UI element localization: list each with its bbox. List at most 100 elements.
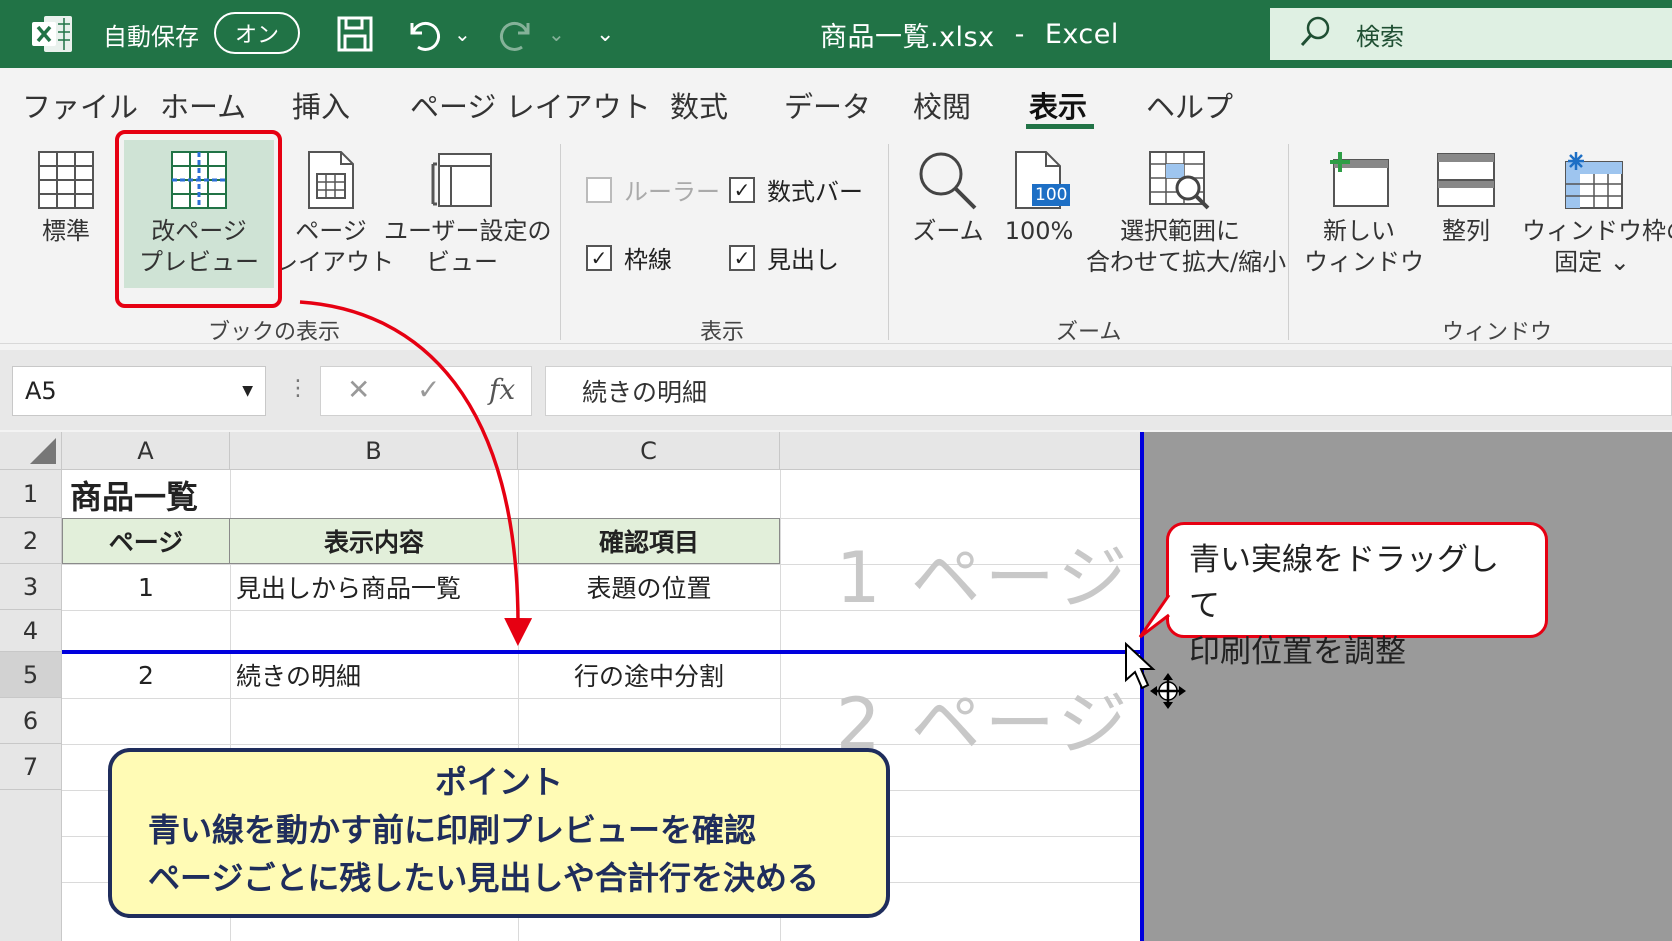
zoom-button[interactable]: ズーム bbox=[912, 150, 984, 247]
custom-views-label-2: ビュー bbox=[426, 248, 498, 276]
freeze-panes-icon bbox=[1565, 152, 1623, 209]
cell-a1-title[interactable]: 商品一覧 bbox=[70, 472, 198, 518]
file-name: 商品一覧.xlsx bbox=[820, 21, 995, 53]
headings-label: 見出し bbox=[767, 246, 839, 274]
enter-icon[interactable]: ✓ bbox=[417, 373, 440, 406]
cell-b3[interactable]: 見出しから商品一覧 bbox=[236, 564, 461, 610]
zoom-to-selection-button[interactable]: 選択範囲に 合わせて拡大/縮小 bbox=[1086, 150, 1287, 278]
column-header-b[interactable]: B bbox=[230, 432, 518, 470]
row-header-empty bbox=[0, 790, 62, 941]
ruler-checkbox[interactable]: ルーラー bbox=[586, 172, 720, 207]
tab-help[interactable]: ヘルプ bbox=[1146, 84, 1233, 126]
tab-insert[interactable]: 挿入 bbox=[292, 84, 350, 126]
row-header-7[interactable]: 7 bbox=[0, 744, 62, 790]
window-title: 商品一覧.xlsx - Excel bbox=[820, 0, 1119, 68]
cell-b5[interactable]: 続きの明細 bbox=[236, 652, 361, 698]
cell-c2-header[interactable]: 確認項目 bbox=[518, 518, 780, 564]
search-box[interactable]: 検索 bbox=[1270, 8, 1672, 60]
insert-function-icon[interactable]: fx bbox=[489, 373, 515, 406]
page-layout-view-button[interactable]: ページ レイアウト bbox=[274, 150, 394, 278]
row-header-5[interactable]: 5 bbox=[0, 652, 62, 698]
name-box[interactable]: A5 ▼ bbox=[12, 366, 266, 416]
column-header-d[interactable] bbox=[780, 432, 1142, 470]
row-header-4[interactable]: 4 bbox=[0, 610, 62, 652]
freeze-panes-button[interactable]: ウィンドウ枠の 固定 ⌄ bbox=[1522, 150, 1672, 278]
cell-a2-header[interactable]: ページ bbox=[62, 518, 230, 564]
autosave-label: 自動保存 bbox=[103, 22, 199, 51]
customize-toolbar-icon[interactable]: ⌄ bbox=[596, 0, 614, 68]
page-break-line-horizontal[interactable] bbox=[62, 650, 1143, 654]
drag-instruction-line-2: 印刷位置を調整 bbox=[1189, 634, 1406, 670]
check-icon: ✓ bbox=[586, 244, 612, 271]
autosave-toggle[interactable]: オン bbox=[214, 12, 300, 54]
magnifier-icon bbox=[919, 152, 977, 210]
select-all-corner[interactable] bbox=[0, 432, 62, 470]
headings-checkbox[interactable]: ✓ 見出し bbox=[729, 240, 839, 275]
cell-b2-header[interactable]: 表示内容 bbox=[229, 518, 519, 564]
zoom-to-selection-label-2: 合わせて拡大/縮小 bbox=[1086, 248, 1287, 276]
point-line-1: 青い線を動かす前に印刷プレビューを確認 bbox=[148, 811, 757, 849]
formula-bar: A5 ▼ ⋮ ✕ ✓ fx 続きの明細 bbox=[0, 350, 1672, 430]
freeze-panes-label-1: ウィンドウ枠の bbox=[1522, 217, 1672, 245]
tab-file[interactable]: ファイル bbox=[22, 84, 138, 126]
cell-c5[interactable]: 行の途中分割 bbox=[518, 652, 780, 698]
page-break-line-vertical[interactable] bbox=[1140, 432, 1144, 941]
group-label-zoom: ズーム bbox=[1056, 320, 1122, 345]
new-window-button[interactable]: 新しい ウィンドウ bbox=[1304, 150, 1424, 278]
cell-a3[interactable]: 1 bbox=[62, 564, 230, 610]
point-callout: ポイント 青い線を動かす前に印刷プレビューを確認 ページごとに残したい見出しや合… bbox=[108, 748, 890, 918]
freeze-panes-label-2: 固定 ⌄ bbox=[1554, 248, 1630, 276]
tab-home[interactable]: ホーム bbox=[160, 84, 246, 126]
zoom-100-button[interactable]: 100 100% bbox=[1004, 150, 1074, 247]
page-layout-label-2: レイアウト bbox=[274, 248, 394, 276]
cancel-icon[interactable]: ✕ bbox=[347, 373, 370, 406]
cell-c3[interactable]: 表題の位置 bbox=[518, 564, 780, 610]
zoom-to-selection-icon bbox=[1149, 151, 1210, 210]
gridlines-checkbox[interactable]: ✓ 枠線 bbox=[586, 240, 672, 275]
zoom-100-label: 100% bbox=[1004, 217, 1074, 245]
tab-page-layout[interactable]: ページ レイアウト bbox=[410, 84, 651, 126]
formula-bar-grip-icon[interactable]: ⋮ bbox=[287, 376, 309, 401]
row-header-3[interactable]: 3 bbox=[0, 564, 62, 610]
column-header-c[interactable]: C bbox=[518, 432, 780, 470]
formula-input[interactable]: 続きの明細 bbox=[545, 366, 1672, 416]
undo-icon[interactable] bbox=[404, 0, 442, 68]
search-label: 検索 bbox=[1356, 22, 1404, 51]
arrange-all-label: 整列 bbox=[1442, 217, 1490, 245]
save-icon[interactable] bbox=[336, 0, 374, 68]
formula-buttons: ✕ ✓ fx bbox=[320, 366, 532, 416]
page-1-watermark: 1 ページ bbox=[836, 537, 1132, 619]
drag-instruction-line-1: 青い実線をドラッグして bbox=[1189, 542, 1499, 624]
arrange-all-icon bbox=[1437, 153, 1495, 207]
point-title: ポイント bbox=[434, 763, 563, 801]
column-header-a[interactable]: A bbox=[62, 432, 230, 470]
custom-views-button[interactable]: ユーザー設定の ビュー bbox=[384, 150, 552, 278]
formula-bar-checkbox[interactable]: ✓ 数式バー bbox=[729, 172, 863, 207]
row-header-1[interactable]: 1 bbox=[0, 470, 62, 518]
redo-icon[interactable] bbox=[498, 0, 536, 68]
zoom-label: ズーム bbox=[912, 217, 984, 245]
zoom-100-badge: 100 bbox=[1032, 184, 1071, 206]
name-box-value: A5 bbox=[25, 377, 57, 405]
active-tab-indicator bbox=[1026, 124, 1094, 129]
title-separator: - bbox=[1014, 18, 1025, 50]
ribbon-separator bbox=[888, 144, 889, 340]
point-line-2: ページごとに残したい見出しや合計行を決める bbox=[148, 859, 820, 897]
page-layout-label-1: ページ bbox=[295, 217, 367, 245]
arrange-all-button[interactable]: 整列 bbox=[1430, 150, 1502, 247]
tab-view[interactable]: 表示 bbox=[1029, 84, 1087, 126]
new-window-label-1: 新しい bbox=[1323, 217, 1395, 245]
tab-review[interactable]: 校閲 bbox=[913, 84, 971, 126]
row-header-2[interactable]: 2 bbox=[0, 518, 62, 564]
tab-data[interactable]: データ bbox=[784, 84, 871, 126]
tab-formulas[interactable]: 数式 bbox=[670, 84, 728, 126]
excel-logo-icon[interactable] bbox=[30, 0, 78, 68]
row-header-6[interactable]: 6 bbox=[0, 698, 62, 744]
ribbon-tabs: ファイル ホーム 挿入 ページ レイアウト 数式 データ 校閲 表示 ヘルプ bbox=[0, 68, 1672, 134]
name-box-dropdown-icon[interactable]: ▼ bbox=[242, 383, 253, 399]
custom-views-icon bbox=[431, 153, 492, 207]
cell-a5[interactable]: 2 bbox=[62, 652, 230, 698]
redo-dropdown-icon[interactable]: ⌄ bbox=[548, 0, 565, 68]
undo-dropdown-icon[interactable]: ⌄ bbox=[454, 0, 471, 68]
group-label-book-view: ブックの表示 bbox=[208, 320, 341, 345]
